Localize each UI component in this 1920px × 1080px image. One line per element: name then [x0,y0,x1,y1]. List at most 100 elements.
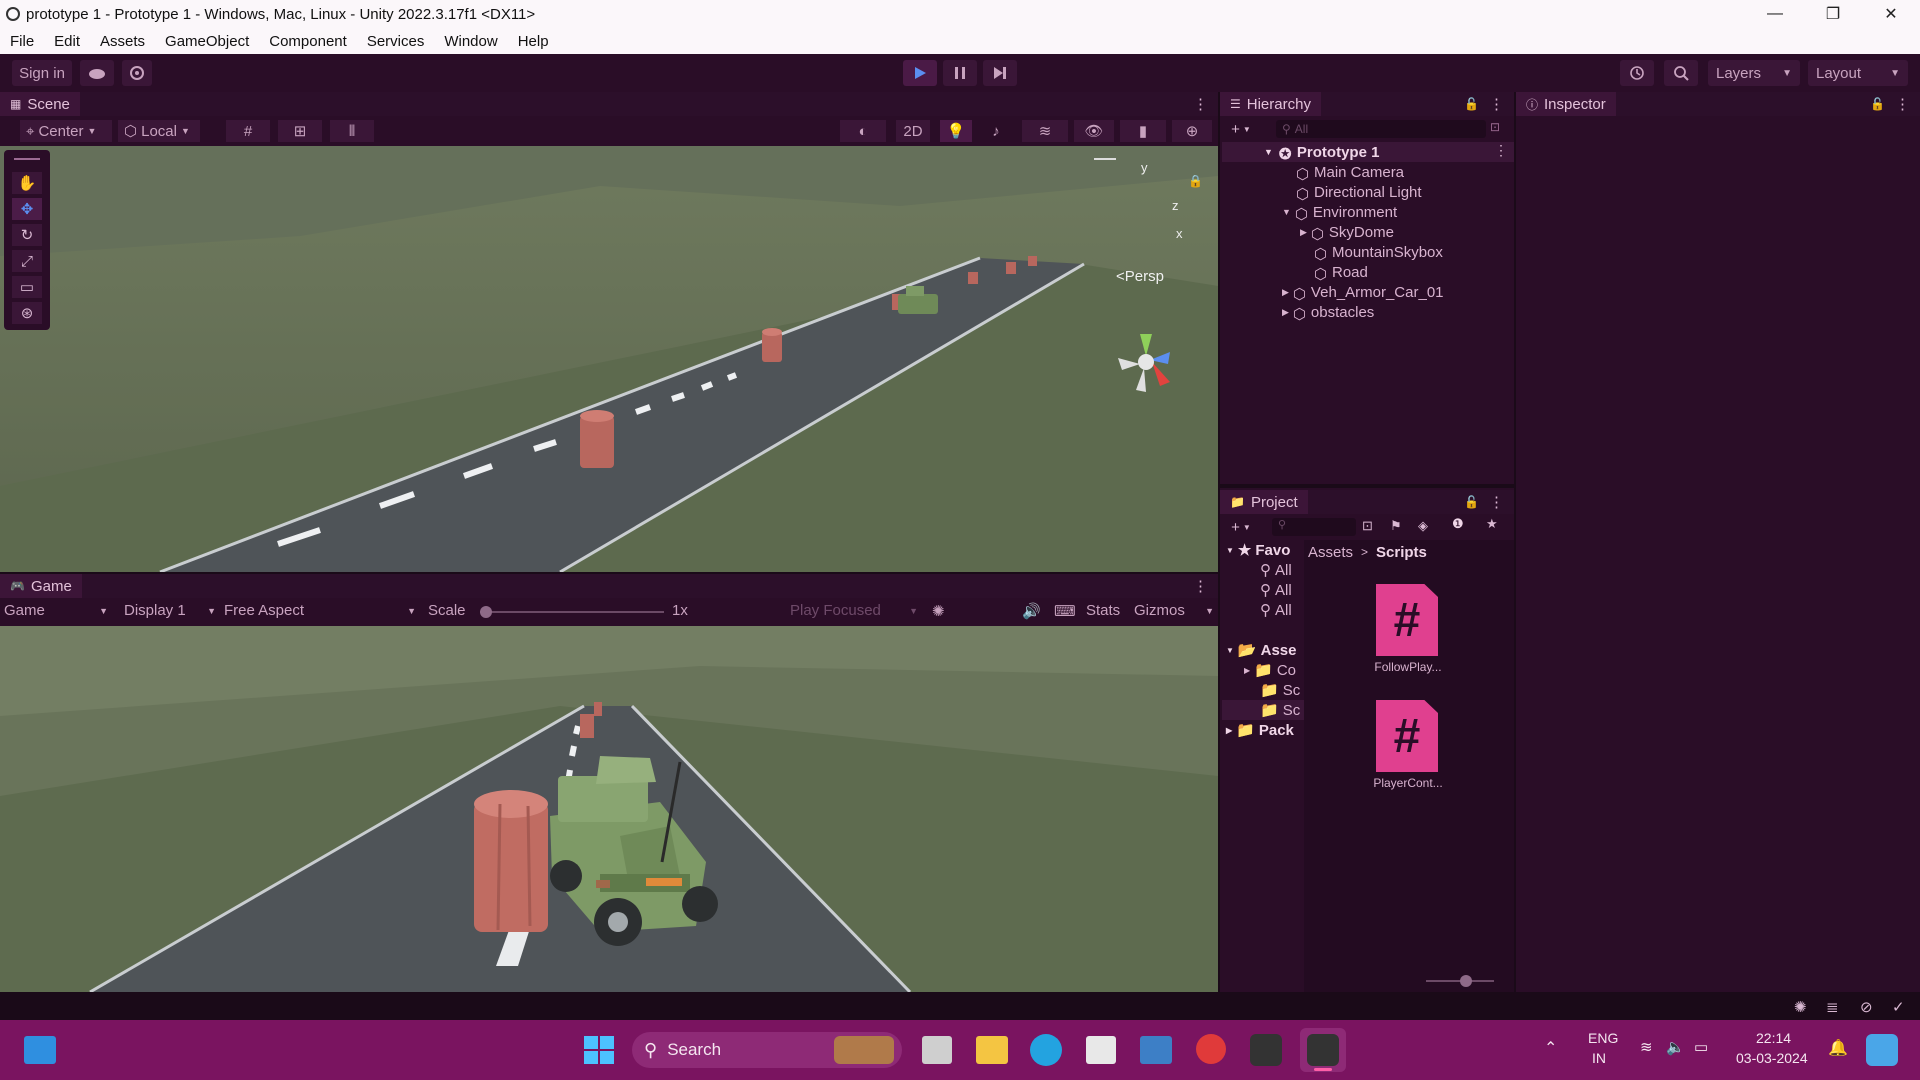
media-player-icon[interactable] [1196,1034,1226,1064]
icon-size-slider-handle[interactable] [1460,975,1472,987]
play-button[interactable] [903,60,937,86]
aspect-dropdown[interactable]: Free Aspect ▼ [224,602,416,619]
close-button[interactable]: ✕ [1862,0,1920,28]
sign-in-button[interactable]: Sign in [12,60,72,86]
tab-game[interactable]: 🎮 Game [0,574,82,598]
lock-icon[interactable]: 🔓 [1464,97,1479,111]
hierarchy-search-input[interactable]: ⚲ All [1276,120,1486,138]
search-by-label-icon[interactable]: ⚑ [1390,518,1402,534]
language-code[interactable]: ENG [1588,1030,1618,1046]
tab-scene[interactable]: ▦ Scene [0,92,80,116]
palette-handle[interactable] [14,158,40,160]
mute-audio-icon[interactable]: 🔊 [1022,602,1041,620]
microsoft-store-icon[interactable] [1086,1036,1116,1064]
search-icon[interactable] [1664,60,1698,86]
menu-help[interactable]: Help [518,33,549,50]
pause-button[interactable] [943,60,977,86]
hierarchy-item-skydome[interactable]: ▶ ⬡ SkyDome [1300,222,1394,244]
favorite-star-icon[interactable]: ★ [1486,516,1498,532]
search-by-type-icon[interactable]: ⊡ [1362,518,1373,534]
menu-window[interactable]: Window [444,33,497,50]
breadcrumb-scripts[interactable]: Scripts [1376,544,1427,561]
menu-edit[interactable]: Edit [54,33,80,50]
tree-item-scripts[interactable]: 📁 Sc [1260,700,1300,720]
camera-settings-icon[interactable]: ▮ [1120,120,1166,142]
hierarchy-item-environment[interactable]: ▼ ⬡ Environment [1282,202,1397,224]
asset-followplayer[interactable]: FollowPlay... [1366,660,1450,674]
maximize-button[interactable]: ❐ [1804,0,1862,28]
create-asset-button[interactable]: + ▼ [1226,516,1256,538]
more-options-icon[interactable]: ⋮ [1895,95,1910,113]
hierarchy-item-directional-light[interactable]: ⬡ Directional Light [1296,182,1422,204]
clock-date[interactable]: 03-03-2024 [1736,1050,1808,1066]
volume-icon[interactable]: 🔈 [1666,1038,1685,1056]
project-search-input[interactable]: ⚲ [1272,518,1356,536]
hidden-objects-icon[interactable]: 👁 [1074,120,1114,142]
snap-increment-icon[interactable]: ⊞ [278,120,322,142]
play-focused-dropdown[interactable]: Play Focused ▼ [790,602,918,619]
history-icon[interactable] [1620,60,1654,86]
create-menu-button[interactable]: + ▼ [1226,118,1256,140]
hierarchy-item-mountainskybox[interactable]: ⬡ MountainSkybox [1314,242,1443,264]
unity-editor-taskbar-button[interactable] [1300,1028,1346,1072]
cloud-icon[interactable] [80,60,114,86]
scene-viewport[interactable]: y z x 🔒 <Persp ✋ ✥ ↻ ⤢ ▭ ⊛ [0,146,1218,572]
copilot-icon[interactable] [1866,1034,1898,1066]
hierarchy-item-main-camera[interactable]: ⬡ Main Camera [1296,162,1404,184]
more-options-icon[interactable]: ⋮ [1489,493,1504,511]
minimize-button[interactable]: — [1746,0,1804,28]
layers-stack-icon[interactable]: ≣ [1826,998,1839,1016]
perspective-label[interactable]: <Persp [1116,268,1164,285]
file-explorer-icon[interactable] [976,1036,1008,1064]
tab-project[interactable]: 📁 Project [1220,490,1308,514]
more-options-icon[interactable]: ⋮ [1494,142,1508,159]
widgets-icon[interactable] [24,1036,56,1064]
battery-icon[interactable]: ▭ [1694,1038,1708,1056]
rect-tool-icon[interactable]: ▭ [12,276,42,298]
tree-item-all-materials[interactable]: ⚲ All [1260,560,1292,580]
game-view-dropdown[interactable]: Game ▼ [4,602,108,619]
icon-size-slider[interactable] [1426,975,1494,987]
menu-services[interactable]: Services [367,33,425,50]
align-icon[interactable]: ⫴ [330,120,374,142]
hierarchy-item-prototype-1[interactable]: ▼ ✪ Prototype 1 [1264,142,1379,164]
task-view-icon[interactable] [922,1036,952,1064]
space-dropdown[interactable]: ⬡ Local ▼ [118,120,200,142]
move-tool-icon[interactable]: ✥ [12,198,42,220]
tag-icon[interactable]: ◈ [1418,518,1428,534]
unity-hub-icon[interactable] [1250,1034,1282,1066]
photos-icon[interactable] [1140,1036,1172,1064]
transform-tool-icon[interactable]: ⊛ [12,302,42,324]
more-options-icon[interactable]: ⋮ [1489,95,1504,113]
bug-icon[interactable]: ✺ [932,602,945,620]
hierarchy-item-veh-armor-car[interactable]: ▶ ⬡ Veh_Armor_Car_01 [1282,282,1444,304]
tab-hierarchy[interactable]: ☰ Hierarchy [1220,92,1321,116]
lock-icon[interactable]: 🔒 [1188,174,1203,188]
clock-time[interactable]: 22:14 [1756,1030,1791,1046]
scale-slider-handle[interactable] [480,606,492,618]
more-options-icon[interactable]: ⋮ [1193,95,1208,113]
csharp-script-icon[interactable]: # [1376,584,1438,656]
game-viewport[interactable] [0,626,1218,992]
lighting-toggle-icon[interactable]: 💡 [940,120,972,142]
asset-playercontroller[interactable]: PlayerCont... [1366,776,1450,790]
stats-button[interactable]: Stats [1086,602,1120,619]
tree-item-course-library[interactable]: ▶ 📁 Co [1244,660,1296,680]
settings-gear-icon[interactable] [122,60,152,86]
lock-icon[interactable]: 🔓 [1464,495,1479,509]
notification-bell-icon[interactable]: 🔔 [1828,1038,1848,1058]
more-options-icon[interactable]: ⋮ [1193,577,1208,595]
warning-icon[interactable]: ❶ [1452,516,1464,532]
taskbar-search-box[interactable]: ⚲ Search [632,1032,902,1068]
tree-item-assets[interactable]: ▼ 📂 Asse [1226,640,1296,660]
debug-icon[interactable]: ✺ [1794,998,1807,1016]
search-filter-icon[interactable]: ⊡ [1490,120,1506,136]
breadcrumb-assets[interactable]: Assets [1308,544,1353,561]
step-button[interactable] [983,60,1017,86]
scale-slider[interactable] [480,606,664,618]
tree-item-all-models[interactable]: ⚲ All [1260,580,1292,600]
gizmos-dropdown[interactable]: Gizmos ▼ [1134,602,1214,619]
hierarchy-item-obstacles[interactable]: ▶ ⬡ obstacles [1282,302,1374,324]
language-region[interactable]: IN [1592,1050,1606,1066]
cache-server-icon[interactable]: ⊘ [1860,998,1873,1016]
